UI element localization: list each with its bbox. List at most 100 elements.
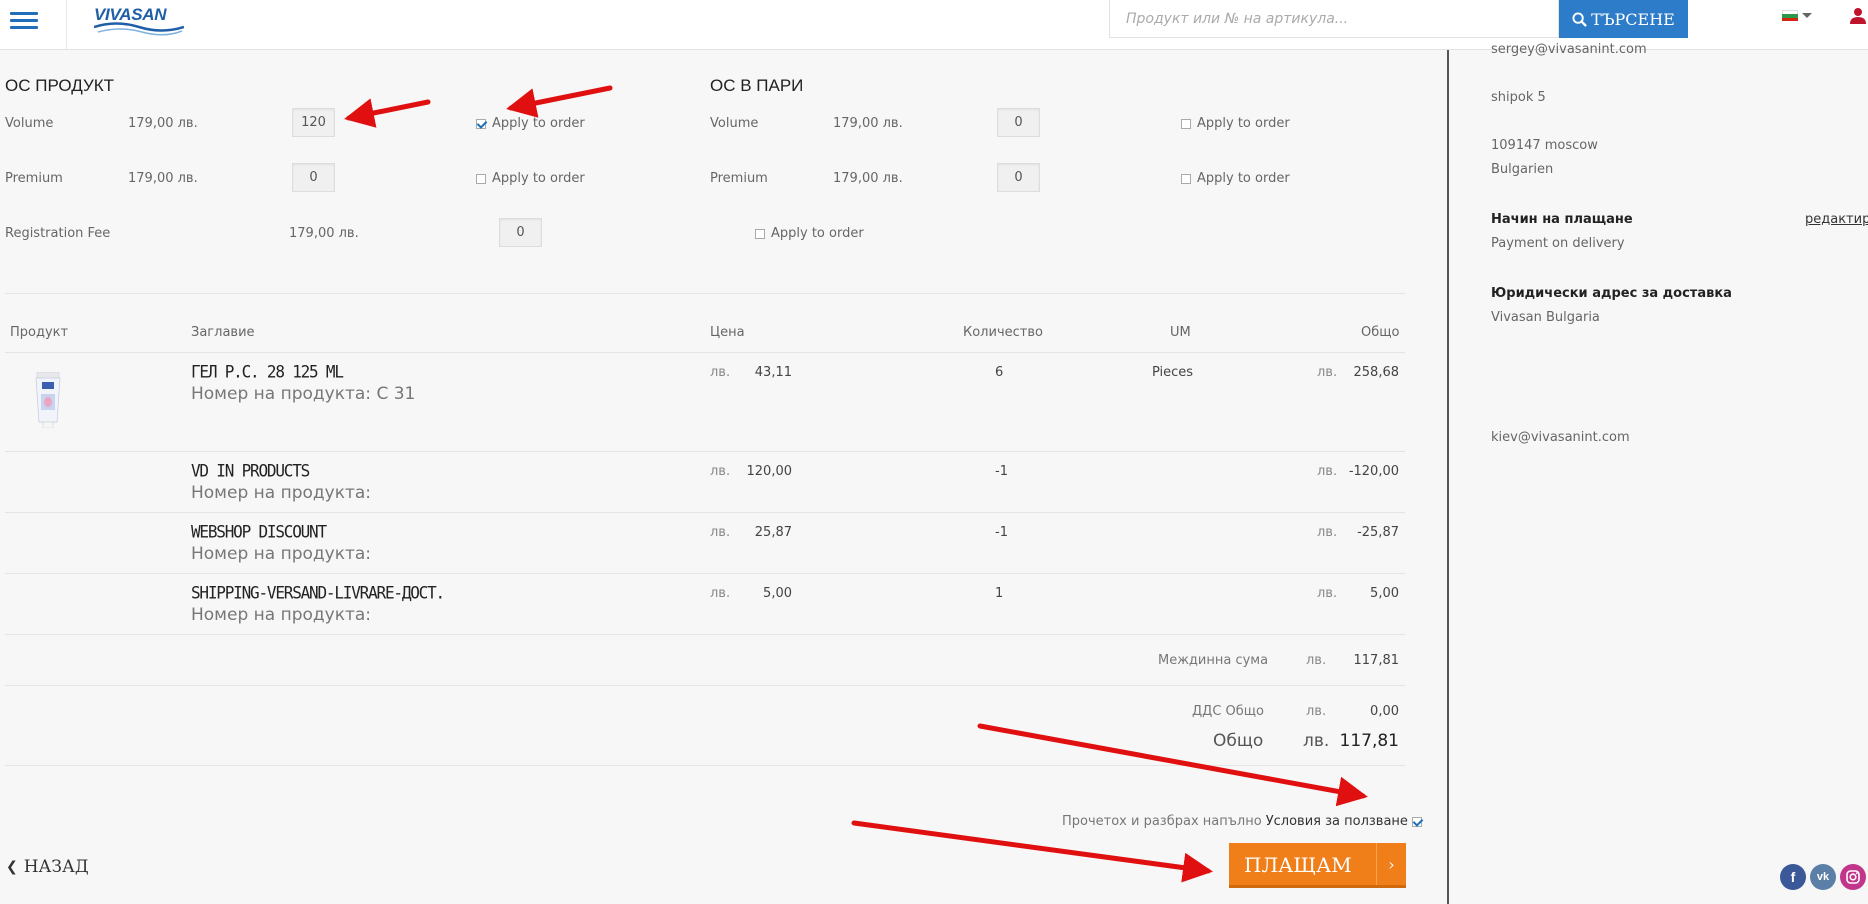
- bonus-label: Registration Fee: [5, 226, 111, 241]
- checkbox[interactable]: [1181, 173, 1191, 184]
- vivasan-logo[interactable]: VIVASAN: [94, 2, 184, 36]
- apply-to-order-checkbox[interactable]: Apply to order: [755, 226, 864, 241]
- legal-address-title: Юридически адрес за доставка: [1491, 286, 1732, 301]
- terms-checkbox[interactable]: [1411, 816, 1422, 827]
- facebook-icon[interactable]: f: [1780, 864, 1806, 890]
- checkbox[interactable]: [755, 228, 765, 239]
- price-currency: лв.: [710, 525, 731, 540]
- column-header-product: Продукт: [10, 325, 69, 340]
- vat-value: 0,00: [1370, 704, 1399, 719]
- divider: [5, 685, 1405, 686]
- um-value: Pieces: [1152, 365, 1194, 380]
- bonus-label: Volume: [5, 116, 54, 131]
- price-value: 120,00: [746, 464, 793, 479]
- subtotal-currency: лв.: [1306, 653, 1327, 668]
- price-value: 43,11: [754, 365, 792, 380]
- pay-button[interactable]: ПЛАЩАМ ›: [1229, 843, 1406, 888]
- bonus-amount: 179,00 лв.: [289, 226, 359, 241]
- bonus-product-row: Premium 179,00 лв. Apply to order: [5, 163, 645, 193]
- logo-wave-icon: [94, 22, 184, 36]
- apply-label: Apply to order: [771, 226, 864, 241]
- quantity-value: -1: [995, 525, 1008, 540]
- divider: [5, 512, 1405, 513]
- search-button[interactable]: ТЪРСЕНЕ: [1559, 0, 1688, 38]
- chevron-down-icon: [1802, 13, 1812, 18]
- bonus-qty-input[interactable]: [499, 218, 542, 247]
- divider: [5, 352, 1405, 353]
- price-currency: лв.: [710, 464, 731, 479]
- back-label: НАЗАД: [23, 857, 89, 877]
- apply-label: Apply to order: [1197, 116, 1290, 131]
- total-currency: лв.: [1317, 525, 1338, 540]
- divider: [5, 293, 1405, 294]
- customer-email: sergey@vivasanint.com: [1491, 42, 1647, 57]
- edit-payment-link[interactable]: редактира: [1805, 212, 1868, 227]
- grand-total-value: 117,81: [1339, 731, 1399, 751]
- terms-text: Прочетох и разбрах напълно: [1062, 814, 1262, 829]
- address-street: shipok 5: [1491, 90, 1546, 105]
- terms-agreement: Прочетох и разбрах напълно Условия за по…: [1062, 814, 1422, 829]
- bonus-money-row: Volume 179,00 лв. Apply to order: [710, 108, 1350, 138]
- payment-method-title: Начин на плащане: [1491, 212, 1633, 227]
- total-label: Общо: [1213, 731, 1264, 751]
- menu-icon[interactable]: [10, 8, 38, 34]
- quantity-value: 1: [995, 586, 1004, 601]
- bonus-qty-input[interactable]: [997, 163, 1040, 192]
- checkbox[interactable]: [476, 173, 486, 184]
- product-name[interactable]: ГЕЛ P.C. 28 125 ML: [191, 362, 344, 382]
- shipping-email: kiev@vivasanint.com: [1491, 430, 1630, 445]
- apply-to-order-checkbox[interactable]: Apply to order: [476, 116, 585, 131]
- bonus-label: Volume: [710, 116, 759, 131]
- payment-method: Payment on delivery: [1491, 236, 1625, 251]
- address-country: Bulgarien: [1491, 162, 1554, 177]
- column-header-quantity: Количество: [963, 325, 1043, 340]
- total-value: 258,68: [1353, 365, 1400, 380]
- bonus-money-title: ОС В ПАРИ: [710, 76, 804, 95]
- checkbox[interactable]: [1181, 118, 1191, 129]
- search-input[interactable]: [1109, 0, 1559, 38]
- subtotal-label: Междинна сума: [1158, 653, 1269, 668]
- user-icon[interactable]: [1848, 6, 1868, 26]
- chevron-left-icon: ❮: [6, 859, 18, 875]
- divider: [5, 634, 1405, 635]
- total-currency: лв.: [1317, 586, 1338, 601]
- total-currency: лв.: [1303, 731, 1330, 751]
- quantity-value: -1: [995, 464, 1008, 479]
- product-number: Номер на продукта:: [191, 544, 372, 564]
- legal-address-name: Vivasan Bulgaria: [1491, 310, 1600, 325]
- apply-label: Apply to order: [492, 171, 585, 186]
- bonus-amount: 179,00 лв.: [128, 171, 198, 186]
- bonus-qty-input[interactable]: [292, 108, 335, 137]
- column-header-price: Цена: [710, 325, 745, 340]
- total-value: -25,87: [1357, 525, 1399, 540]
- bonus-qty-input[interactable]: [292, 163, 335, 192]
- apply-to-order-checkbox[interactable]: Apply to order: [1181, 171, 1290, 186]
- price-currency: лв.: [710, 365, 731, 380]
- checkbox-checked[interactable]: [476, 118, 486, 129]
- product-number: Номер на продукта: C 31: [191, 384, 416, 404]
- bonus-qty-input[interactable]: [997, 108, 1040, 137]
- price-value: 5,00: [763, 586, 792, 601]
- product-image[interactable]: [34, 372, 62, 428]
- order-summary-sidebar: sergey@vivasanint.com shipok 5 109147 mo…: [1447, 42, 1868, 904]
- price-currency: лв.: [710, 586, 731, 601]
- apply-to-order-checkbox[interactable]: Apply to order: [476, 171, 585, 186]
- column-header-um: UM: [1170, 325, 1191, 340]
- apply-label: Apply to order: [1197, 171, 1290, 186]
- vk-icon[interactable]: vk: [1810, 864, 1836, 890]
- bonus-label: Premium: [5, 171, 63, 186]
- instagram-icon[interactable]: [1840, 864, 1866, 890]
- bonus-amount: 179,00 лв.: [833, 171, 903, 186]
- apply-to-order-checkbox[interactable]: Apply to order: [1181, 116, 1290, 131]
- divider: [5, 765, 1405, 766]
- price-value: 25,87: [754, 525, 792, 540]
- bulgaria-flag-icon: [1782, 10, 1798, 21]
- product-number: Номер на продукта:: [191, 605, 372, 625]
- total-value: 5,00: [1370, 586, 1399, 601]
- pay-label: ПЛАЩАМ: [1244, 853, 1352, 877]
- product-name: WEBSHOP DISCOUNT: [191, 521, 327, 542]
- terms-link[interactable]: Условия за ползване: [1266, 814, 1408, 829]
- back-button[interactable]: ❮ НАЗАД: [6, 857, 89, 877]
- bonus-product-title: ОС ПРОДУКТ: [5, 76, 115, 95]
- language-selector[interactable]: [1782, 10, 1812, 21]
